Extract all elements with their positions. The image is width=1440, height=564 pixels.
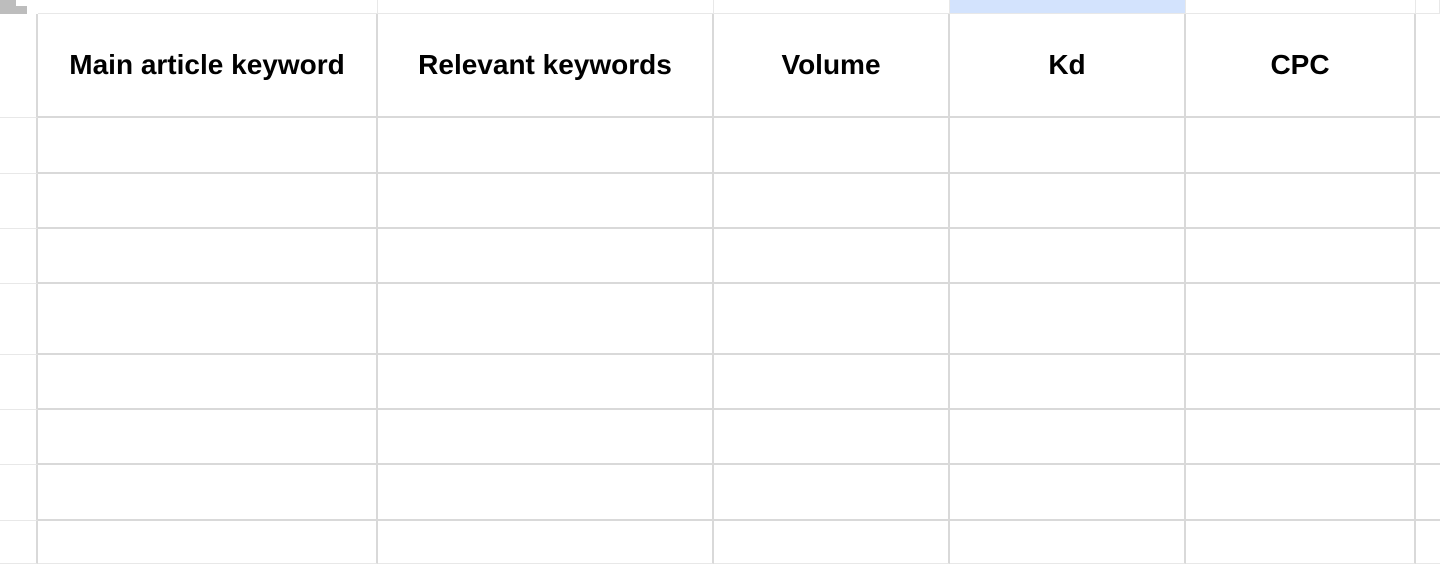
header-label: CPC bbox=[1254, 49, 1345, 81]
cell[interactable] bbox=[378, 355, 714, 410]
row-selector[interactable] bbox=[0, 410, 38, 465]
cell[interactable] bbox=[38, 118, 378, 173]
cell[interactable] bbox=[38, 465, 378, 520]
cell[interactable] bbox=[378, 118, 714, 173]
cell[interactable] bbox=[38, 174, 378, 229]
cell[interactable] bbox=[1416, 118, 1440, 173]
cell[interactable] bbox=[950, 118, 1186, 173]
cell[interactable] bbox=[38, 355, 378, 410]
cell[interactable] bbox=[714, 284, 950, 355]
column-selector-b[interactable] bbox=[378, 0, 714, 14]
cell[interactable] bbox=[1186, 174, 1416, 229]
cell[interactable] bbox=[378, 229, 714, 284]
header-label: Main article keyword bbox=[53, 49, 360, 81]
cell[interactable] bbox=[38, 229, 378, 284]
cell[interactable] bbox=[1416, 521, 1440, 564]
header-cell-cpc[interactable]: CPC bbox=[1186, 14, 1416, 118]
cell[interactable] bbox=[950, 174, 1186, 229]
cell[interactable] bbox=[1416, 465, 1440, 520]
row-selector[interactable] bbox=[0, 118, 38, 173]
column-selector-d[interactable] bbox=[950, 0, 1186, 14]
row-selector[interactable] bbox=[0, 521, 38, 564]
cell[interactable] bbox=[950, 229, 1186, 284]
row-selector[interactable] bbox=[0, 284, 38, 355]
table-row bbox=[0, 284, 1440, 355]
row-selector[interactable] bbox=[0, 229, 38, 284]
table-row bbox=[0, 410, 1440, 465]
spreadsheet: Main article keyword Relevant keywords V… bbox=[0, 0, 1440, 564]
cell[interactable] bbox=[378, 284, 714, 355]
cell[interactable] bbox=[950, 355, 1186, 410]
cell[interactable] bbox=[38, 284, 378, 355]
row-selector[interactable] bbox=[0, 465, 38, 520]
cell[interactable] bbox=[1416, 174, 1440, 229]
select-all-corner[interactable] bbox=[0, 0, 38, 14]
table-row bbox=[0, 118, 1440, 173]
cell[interactable] bbox=[950, 284, 1186, 355]
column-selector-f[interactable] bbox=[1416, 0, 1440, 14]
table-row bbox=[0, 355, 1440, 410]
cell[interactable] bbox=[1186, 229, 1416, 284]
cell[interactable] bbox=[1186, 355, 1416, 410]
header-cell-volume[interactable]: Volume bbox=[714, 14, 950, 118]
header-cell-extra[interactable] bbox=[1416, 14, 1440, 118]
column-selector-a[interactable] bbox=[38, 0, 378, 14]
cell[interactable] bbox=[1186, 118, 1416, 173]
cell[interactable] bbox=[1416, 284, 1440, 355]
row-selector[interactable] bbox=[0, 355, 38, 410]
cell[interactable] bbox=[38, 521, 378, 564]
cell[interactable] bbox=[378, 410, 714, 465]
cell[interactable] bbox=[714, 521, 950, 564]
row-selector-1[interactable] bbox=[0, 14, 38, 118]
cell[interactable] bbox=[378, 465, 714, 520]
cell[interactable] bbox=[714, 174, 950, 229]
cell[interactable] bbox=[1186, 521, 1416, 564]
cell[interactable] bbox=[714, 229, 950, 284]
cell[interactable] bbox=[714, 410, 950, 465]
cell[interactable] bbox=[950, 465, 1186, 520]
column-letter-strip bbox=[0, 0, 1440, 14]
cell[interactable] bbox=[950, 410, 1186, 465]
cell[interactable] bbox=[1186, 465, 1416, 520]
header-label: Volume bbox=[765, 49, 896, 81]
header-label: Kd bbox=[1032, 49, 1101, 81]
header-row: Main article keyword Relevant keywords V… bbox=[0, 14, 1440, 118]
cell[interactable] bbox=[950, 521, 1186, 564]
table-row bbox=[0, 174, 1440, 229]
cell[interactable] bbox=[714, 465, 950, 520]
cell[interactable] bbox=[1186, 284, 1416, 355]
cell[interactable] bbox=[1416, 355, 1440, 410]
cell[interactable] bbox=[714, 355, 950, 410]
table-row bbox=[0, 229, 1440, 284]
table-row bbox=[0, 465, 1440, 520]
table-row bbox=[0, 521, 1440, 564]
cell[interactable] bbox=[714, 118, 950, 173]
cell[interactable] bbox=[378, 174, 714, 229]
column-selector-c[interactable] bbox=[714, 0, 950, 14]
header-cell-main-article-keyword[interactable]: Main article keyword bbox=[38, 14, 378, 118]
row-selector[interactable] bbox=[0, 174, 38, 229]
header-label: Relevant keywords bbox=[402, 49, 688, 81]
cell[interactable] bbox=[1416, 410, 1440, 465]
cell[interactable] bbox=[1416, 229, 1440, 284]
header-cell-kd[interactable]: Kd bbox=[950, 14, 1186, 118]
column-selector-e[interactable] bbox=[1186, 0, 1416, 14]
cell[interactable] bbox=[378, 521, 714, 564]
cell[interactable] bbox=[38, 410, 378, 465]
cell[interactable] bbox=[1186, 410, 1416, 465]
header-cell-relevant-keywords[interactable]: Relevant keywords bbox=[378, 14, 714, 118]
